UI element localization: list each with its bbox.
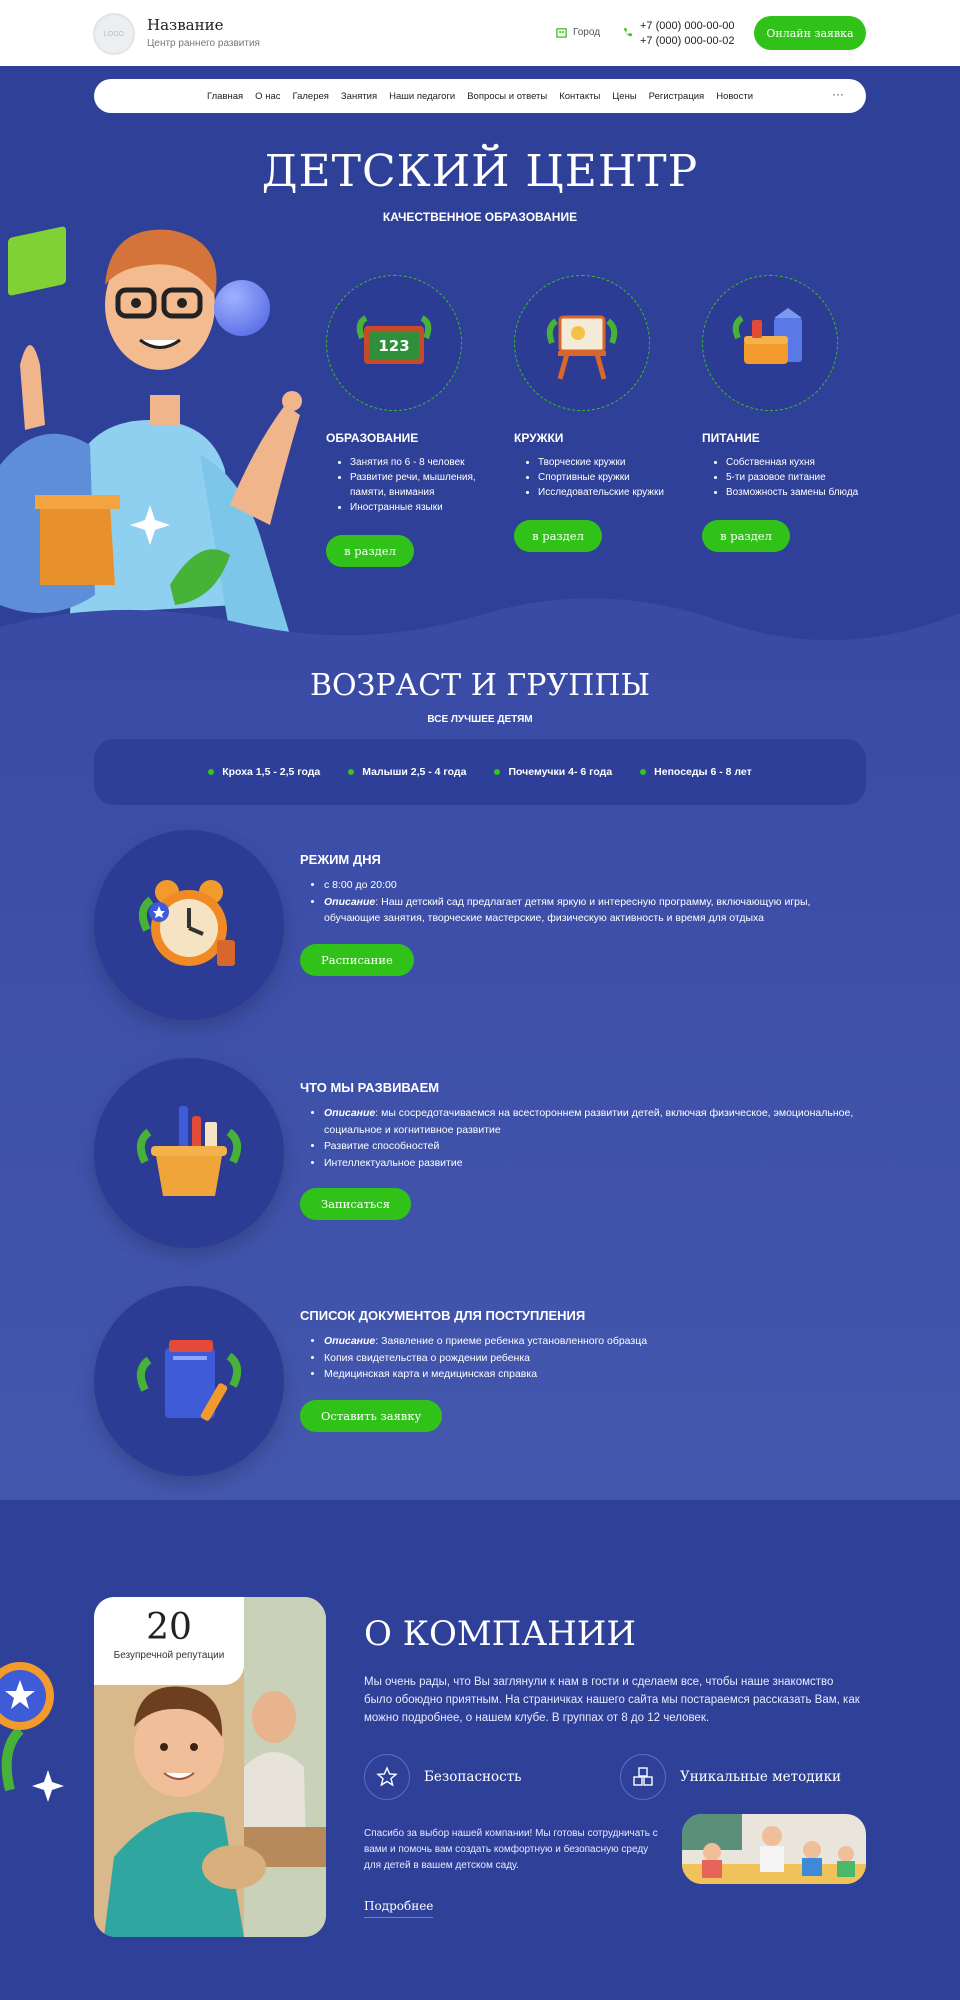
row-icon-circle	[94, 1286, 284, 1476]
list-item: Возможность замены блюда	[726, 485, 882, 500]
list-item: с 8:00 до 20:00	[324, 877, 860, 894]
row-title: РЕЖИМ ДНЯ	[300, 852, 381, 867]
row-icon-circle	[94, 830, 284, 1020]
books-icon	[136, 1340, 242, 1421]
row-title: ЧТО МЫ РАЗВИВАЕМ	[300, 1080, 440, 1095]
nav-item-registration[interactable]: Регистрация	[649, 91, 705, 102]
list-item: Развитие способностей	[324, 1138, 860, 1155]
about-small-text: Спасибо за выбор нашей компании! Мы гото…	[364, 1828, 658, 1871]
phone-2[interactable]: +7 (000) 000-00-02	[640, 34, 734, 49]
nav-item-home[interactable]: Главная	[207, 91, 243, 102]
logo[interactable]: LOGO	[93, 13, 135, 55]
city-selector[interactable]: Город	[556, 27, 600, 38]
easel-icon	[546, 315, 618, 380]
section-button[interactable]: в раздел	[326, 535, 414, 567]
alarm-clock-icon	[138, 880, 235, 966]
wave-divider	[0, 598, 960, 665]
feature-label: Безопасность	[424, 1769, 522, 1785]
age-groups-bar: Кроха 1,5 - 2,5 года Малыши 2,5 - 4 года…	[94, 739, 866, 805]
svg-text:123: 123	[378, 337, 409, 355]
phone-icon	[623, 27, 633, 37]
more-link[interactable]: Подробнее	[364, 1899, 434, 1918]
list-item: Творческие кружки	[538, 455, 694, 470]
medal-decoration	[0, 1662, 64, 1802]
list-item: Медицинская карта и медицинская справка	[324, 1366, 860, 1383]
years-number: 20	[146, 1607, 192, 1648]
hero-card-icon-circle	[702, 275, 838, 411]
main-nav: Главная О нас Галерея Занятия Наши педаг…	[94, 79, 866, 113]
hero-title: ДЕТСКИЙ ЦЕНТР	[261, 146, 699, 197]
list-item: Описание: мы сосредотачиваемся на всесто…	[324, 1105, 860, 1138]
feature-safety: Безопасность	[364, 1754, 522, 1800]
pencil-basket-icon	[136, 1106, 242, 1196]
more-menu-icon[interactable]: ···	[832, 87, 844, 101]
city-label: Город	[573, 27, 601, 38]
hero-card-clubs: КРУЖКИ Творческие кружки Спортивные круж…	[514, 275, 694, 552]
phone-1[interactable]: +7 (000) 000-00-00	[640, 19, 734, 34]
brand: Название Центр раннего развития	[147, 16, 260, 49]
groups-subtitle: ВСЕ ЛУЧШЕЕ ДЕТЯМ	[427, 714, 533, 725]
blocks-icon	[633, 1767, 653, 1786]
nav-item-news[interactable]: Новости	[716, 91, 753, 102]
header: LOGO Название Центр раннего развития Гор…	[0, 0, 960, 66]
section-button[interactable]: в раздел	[702, 520, 790, 552]
hero-card-food: ПИТАНИЕ Собственная кухня 5-ти разовое п…	[702, 275, 882, 552]
list-item: Развитие речи, мышления, памяти, внимани…	[350, 470, 506, 500]
hero-card-icon-circle: 123	[326, 275, 462, 411]
nav-item-about[interactable]: О нас	[255, 91, 280, 102]
list-item: Занятия по 6 - 8 человек	[350, 455, 506, 470]
schedule-button[interactable]: Расписание	[300, 943, 414, 976]
submit-request-button[interactable]: Оставить заявку	[300, 1399, 443, 1432]
list-item: Собственная кухня	[726, 455, 882, 470]
blue-ball-decoration	[214, 280, 270, 336]
list-item: Описание: Заявление о приеме ребенка уст…	[324, 1333, 860, 1350]
feature-methods: Уникальные методики	[620, 1754, 841, 1800]
list-item: Спортивные кружки	[538, 470, 694, 485]
groups-title: ВОЗРАСТ И ГРУППЫ	[309, 668, 650, 703]
group-item[interactable]: Малыши 2,5 - 4 года	[348, 766, 466, 778]
about-text: Мы очень рады, что Вы заглянули к нам в …	[364, 1676, 860, 1724]
hero-card-title: КРУЖКИ	[514, 431, 564, 445]
nav-item-gallery[interactable]: Галерея	[292, 91, 328, 102]
about-title: О КОМПАНИИ	[364, 1614, 637, 1654]
hero-card-icon-circle	[514, 275, 650, 411]
chalkboard-123-icon: 123	[356, 315, 432, 364]
group-item[interactable]: Почемучки 4- 6 года	[494, 766, 612, 778]
brand-tagline: Центр раннего развития	[147, 38, 260, 49]
brand-name: Название	[147, 16, 224, 34]
building-icon	[556, 28, 567, 38]
row-title: СПИСОК ДОКУМЕНТОВ ДЛЯ ПОСТУПЛЕНИЯ	[300, 1308, 586, 1323]
group-item[interactable]: Непоседы 6 - 8 лет	[640, 766, 752, 778]
years-label: Безупречной репутации	[113, 1650, 225, 1661]
wave-divider	[0, 1505, 960, 1570]
nav-item-faq[interactable]: Вопросы и ответы	[467, 91, 547, 102]
nav-item-prices[interactable]: Цены	[612, 91, 636, 102]
star-shield-icon	[376, 1766, 398, 1787]
list-item: 5-ти разовое питание	[726, 470, 882, 485]
hero-card-education: 123 ОБРАЗОВАНИЕ Занятия по 6 - 8 человек…	[326, 275, 506, 567]
hero-card-title: ОБРАЗОВАНИЕ	[326, 431, 419, 445]
lunch-box-icon	[732, 308, 802, 364]
list-item: Копия свидетельства о рождении ребенка	[324, 1350, 860, 1367]
green-cube-decoration	[8, 225, 66, 297]
list-item: Интеллектуальное развитие	[324, 1155, 860, 1172]
nav-item-classes[interactable]: Занятия	[341, 91, 377, 102]
feature-label: Уникальные методики	[680, 1769, 842, 1785]
phones: +7 (000) 000-00-00 +7 (000) 000-00-02	[622, 19, 734, 49]
signup-button[interactable]: Записаться	[300, 1188, 411, 1220]
hero-card-title: ПИТАНИЕ	[702, 431, 760, 445]
nav-item-teachers[interactable]: Наши педагоги	[389, 91, 455, 102]
online-request-button[interactable]: Онлайн заявка	[754, 16, 866, 50]
row-icon-circle	[94, 1058, 284, 1248]
list-item: Иностранные языки	[350, 500, 506, 515]
list-item: Описание: Наш детский сад предлагает дет…	[324, 894, 860, 927]
list-item: Исследовательские кружки	[538, 485, 694, 500]
section-button[interactable]: в раздел	[514, 520, 602, 552]
reputation-badge: 20 Безупречной репутации	[94, 1597, 244, 1685]
nav-item-contacts[interactable]: Контакты	[559, 91, 600, 102]
group-item[interactable]: Кроха 1,5 - 2,5 года	[208, 766, 320, 778]
kids-photo	[682, 1814, 866, 1884]
